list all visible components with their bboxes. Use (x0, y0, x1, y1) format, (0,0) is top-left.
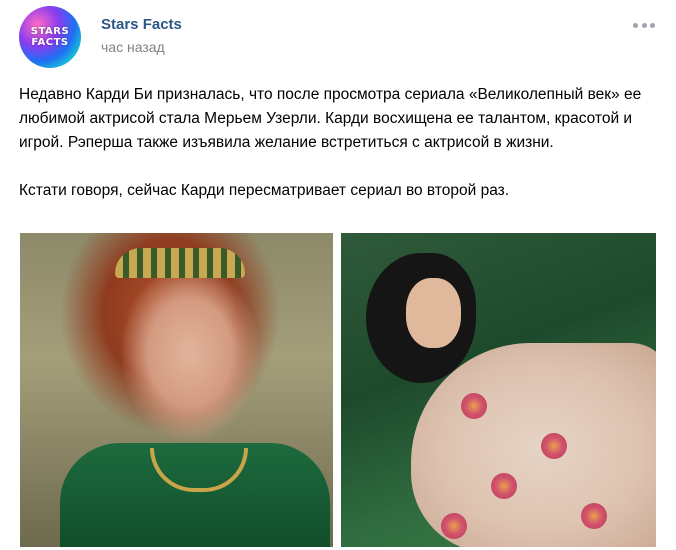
photo-flower (441, 513, 467, 539)
more-dot (641, 22, 647, 28)
avatar-logo-line-1: STARS (30, 26, 70, 37)
avatar-logo: STARS FACTS (19, 26, 81, 48)
post-card: STARS FACTS Stars Facts час назад Недавн… (0, 0, 676, 550)
photo-flower (461, 393, 487, 419)
post-paragraph: Недавно Карди Би призналась, что после п… (19, 86, 642, 151)
post-time[interactable]: час назад (101, 39, 165, 55)
post-paragraph: Кстати говоря, сейчас Карди пересматрива… (19, 182, 510, 199)
more-dot (633, 22, 638, 28)
more-dot (650, 22, 655, 28)
photo-face (406, 278, 461, 348)
post-photo-1[interactable] (20, 233, 333, 547)
avatar-logo-line-2: FACTS (31, 37, 69, 48)
author-name[interactable]: Stars Facts (101, 16, 182, 33)
more-options-icon[interactable] (633, 18, 655, 32)
photo-flower (541, 433, 567, 459)
community-avatar[interactable]: STARS FACTS (19, 6, 81, 68)
photo-crown (115, 248, 245, 278)
photo-flower (491, 473, 517, 499)
post-photo-2[interactable] (341, 233, 656, 547)
photo-flower (581, 503, 607, 529)
post-text: Недавно Карди Би призналась, что после п… (19, 83, 659, 203)
